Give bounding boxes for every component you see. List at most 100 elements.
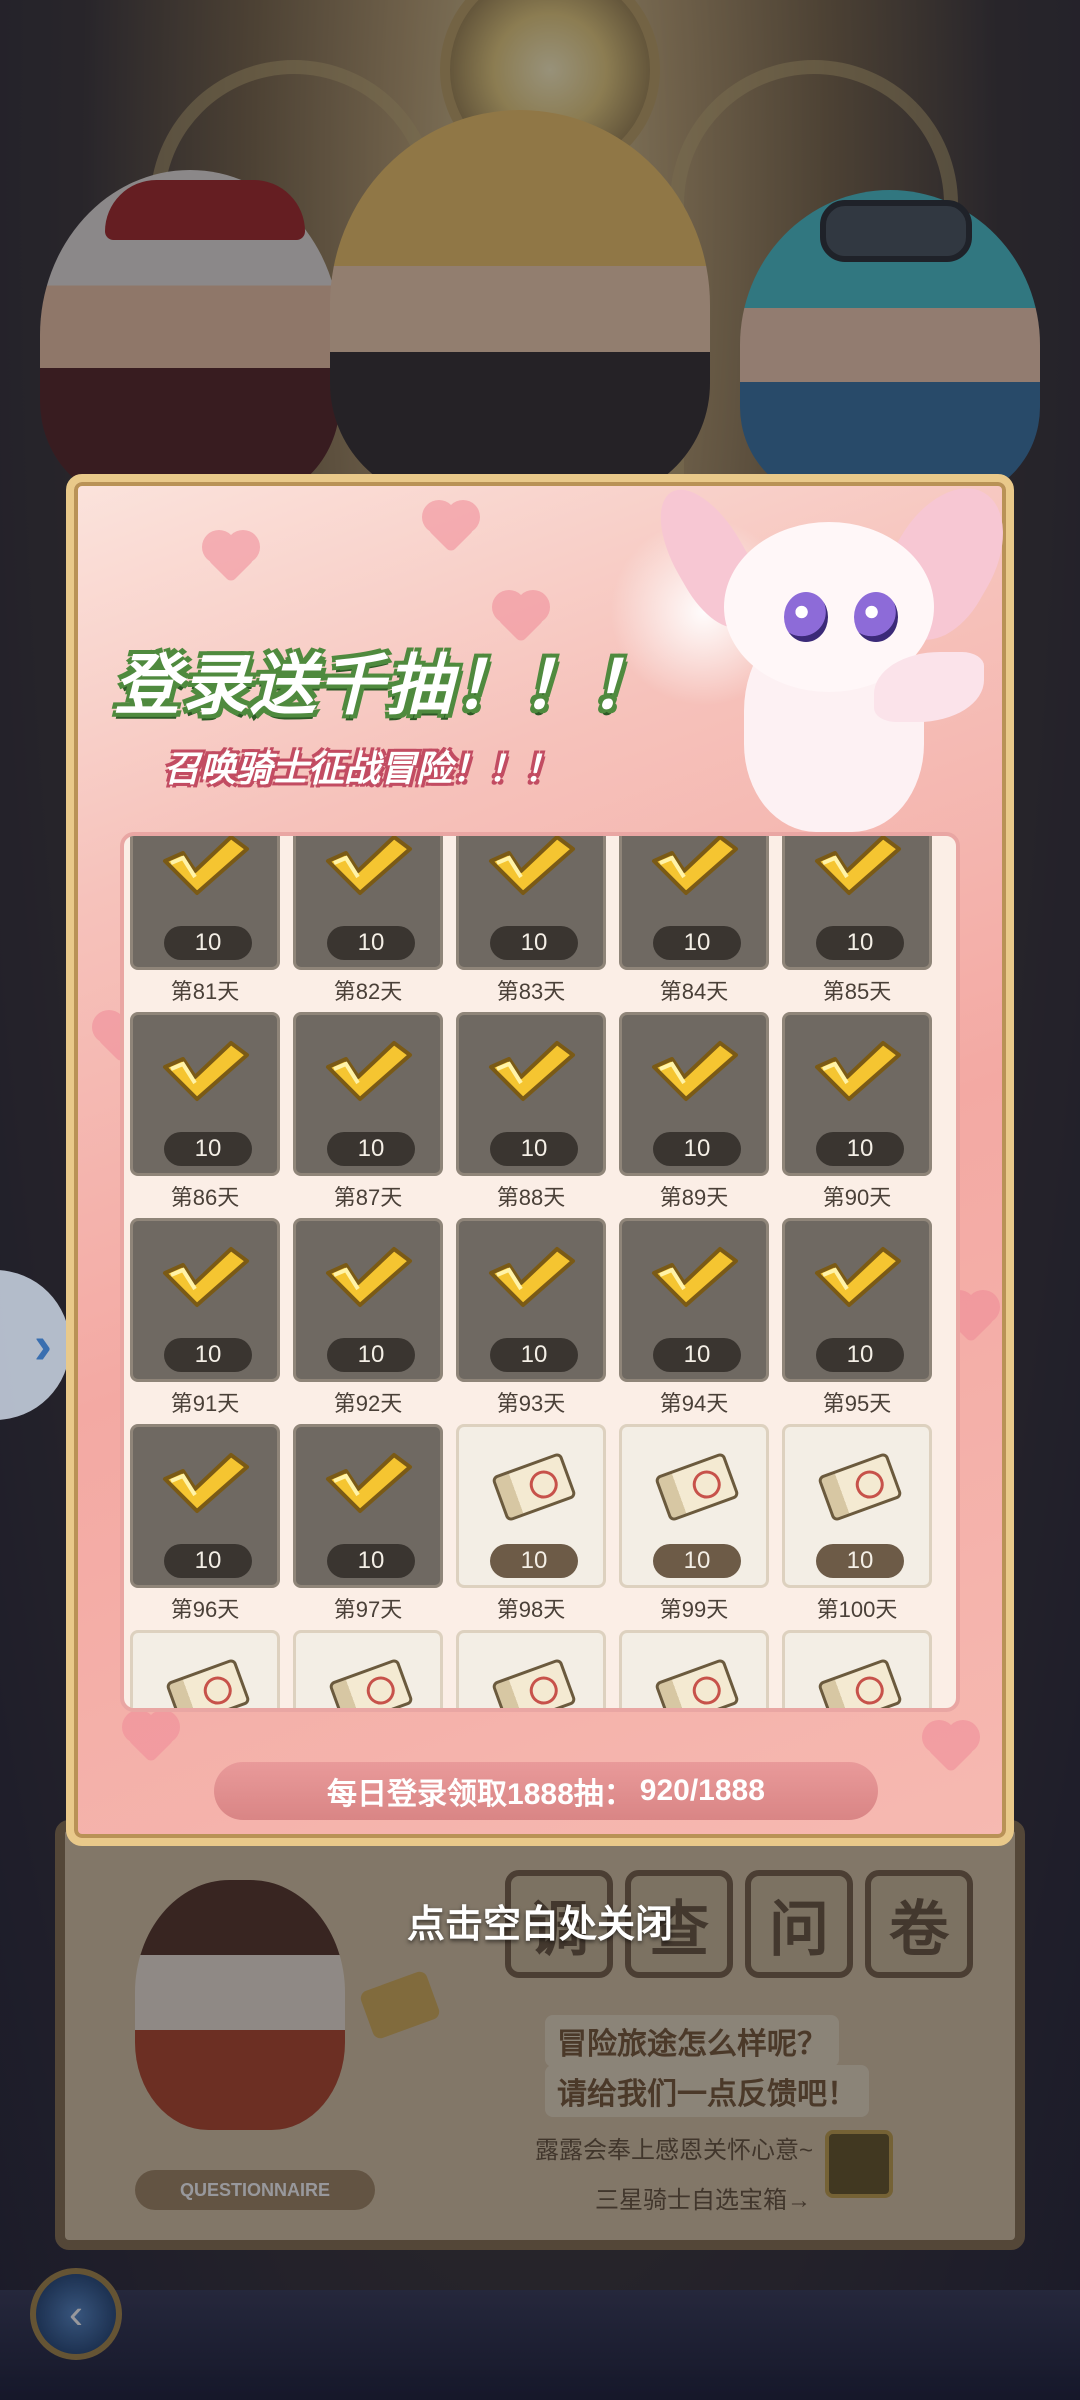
reward-tile[interactable]: 10 <box>293 1218 443 1382</box>
summon-ticket-icon <box>817 1451 903 1523</box>
reward-tile[interactable]: 10 <box>456 1012 606 1176</box>
reward-tile[interactable]: 10 <box>619 1218 769 1382</box>
day-reward-cell[interactable] <box>619 1630 769 1708</box>
reward-quantity: 10 <box>816 1544 904 1578</box>
check-icon <box>489 836 575 895</box>
check-icon <box>815 1041 901 1101</box>
day-reward-cell[interactable] <box>130 1630 280 1708</box>
reward-tile[interactable]: 10 <box>456 836 606 970</box>
summon-ticket-icon <box>491 1657 577 1708</box>
reward-tile[interactable]: 10 <box>619 1424 769 1588</box>
day-reward-cell[interactable]: 10 第98天 <box>456 1424 606 1624</box>
reward-tile[interactable]: 10 <box>619 836 769 970</box>
day-reward-cell[interactable]: 10 第93天 <box>456 1218 606 1418</box>
heart-decoration <box>926 1724 976 1774</box>
day-reward-cell[interactable]: 10 第83天 <box>456 836 606 1006</box>
reward-tile[interactable]: 10 <box>293 836 443 970</box>
reward-tile[interactable] <box>619 1630 769 1708</box>
reward-tile[interactable]: 10 <box>293 1012 443 1176</box>
day-label: 第82天 <box>333 979 403 1004</box>
check-icon <box>652 1041 738 1101</box>
reward-tile[interactable] <box>782 1630 932 1708</box>
day-reward-cell[interactable]: 10 第97天 <box>293 1424 443 1624</box>
summon-ticket-icon <box>654 1451 740 1523</box>
reward-tile[interactable]: 10 <box>130 1218 280 1382</box>
day-reward-cell[interactable]: 10 第91天 <box>130 1218 280 1418</box>
daily-reward-grid[interactable]: 10 第81天 10 第82天 10 第83天 10 第84天 10 第85天 10 第86天 10 第8… <box>120 832 960 1712</box>
heart-decoration <box>426 504 476 554</box>
day-reward-cell[interactable]: 10 第86天 <box>130 1012 280 1212</box>
day-label: 第90天 <box>822 1185 892 1210</box>
reward-tile[interactable]: 10 <box>456 1424 606 1588</box>
chevron-right-icon: › <box>34 1315 52 1375</box>
reward-tile[interactable]: 10 <box>456 1218 606 1382</box>
reward-tile[interactable] <box>456 1630 606 1708</box>
day-label: 第83天 <box>496 979 566 1004</box>
day-reward-cell[interactable]: 10 第84天 <box>619 836 769 1006</box>
day-reward-cell[interactable]: 10 第89天 <box>619 1012 769 1212</box>
reward-quantity: 10 <box>816 1132 904 1166</box>
check-icon <box>163 1453 249 1513</box>
reward-tile[interactable]: 10 <box>782 836 932 970</box>
day-reward-cell[interactable]: 10 第81天 <box>130 836 280 1006</box>
reward-tile[interactable]: 10 <box>619 1012 769 1176</box>
day-reward-cell[interactable]: 10 第85天 <box>782 836 932 1006</box>
day-reward-cell[interactable] <box>293 1630 443 1708</box>
modal-subtitle: 召唤骑士征战冒险！！！ <box>164 748 561 789</box>
reward-tile[interactable]: 10 <box>130 1424 280 1588</box>
check-icon <box>489 1041 575 1101</box>
progress-value: 920/1888 <box>639 1774 765 1807</box>
tap-to-close-hint: 点击空白处关闭 <box>406 1904 673 1946</box>
day-label: 第99天 <box>659 1597 729 1622</box>
day-reward-cell[interactable]: 10 第88天 <box>456 1012 606 1212</box>
reward-quantity: 10 <box>653 1338 741 1372</box>
reward-quantity: 10 <box>327 1338 415 1372</box>
day-label: 第85天 <box>822 979 892 1004</box>
check-icon <box>326 1247 412 1307</box>
reward-tile[interactable] <box>293 1630 443 1708</box>
reward-tile[interactable]: 10 <box>782 1218 932 1382</box>
reward-tile[interactable]: 10 <box>130 1012 280 1176</box>
reward-quantity: 10 <box>164 1132 252 1166</box>
day-reward-cell[interactable] <box>782 1630 932 1708</box>
day-reward-cell[interactable]: 10 第87天 <box>293 1012 443 1212</box>
check-icon <box>163 1041 249 1101</box>
day-label: 第96天 <box>170 1597 240 1622</box>
day-label: 第92天 <box>333 1391 403 1416</box>
day-label: 第97天 <box>333 1597 403 1622</box>
day-reward-cell[interactable]: 10 第82天 <box>293 836 443 1006</box>
modal-title: 登录送千抽！！！ <box>114 648 658 722</box>
day-reward-cell[interactable]: 10 第94天 <box>619 1218 769 1418</box>
cat-eye <box>854 592 898 642</box>
reward-quantity: 10 <box>164 1544 252 1578</box>
summon-ticket-icon <box>165 1657 251 1708</box>
reward-quantity: 10 <box>816 926 904 960</box>
reward-quantity: 10 <box>327 1544 415 1578</box>
day-label: 第88天 <box>496 1185 566 1210</box>
heart-decoration <box>126 1714 176 1764</box>
reward-tile[interactable] <box>130 1630 280 1708</box>
cat-mascot <box>641 482 1006 842</box>
day-reward-cell[interactable]: 10 第100天 <box>782 1424 932 1624</box>
day-reward-cell[interactable]: 10 第95天 <box>782 1218 932 1418</box>
summon-ticket-icon <box>817 1657 903 1708</box>
reward-tile[interactable]: 10 <box>130 836 280 970</box>
day-label: 第98天 <box>496 1597 566 1622</box>
check-icon <box>326 836 412 895</box>
day-label: 第95天 <box>822 1391 892 1416</box>
reward-tile[interactable]: 10 <box>782 1424 932 1588</box>
day-reward-cell[interactable]: 10 第90天 <box>782 1012 932 1212</box>
reward-quantity: 10 <box>164 926 252 960</box>
day-reward-cell[interactable]: 10 第92天 <box>293 1218 443 1418</box>
reward-tile[interactable]: 10 <box>782 1012 932 1176</box>
day-label: 第100天 <box>816 1597 898 1622</box>
reward-tile[interactable]: 10 <box>293 1424 443 1588</box>
reward-quantity: 10 <box>327 926 415 960</box>
day-reward-cell[interactable]: 10 第99天 <box>619 1424 769 1624</box>
day-label: 第86天 <box>170 1185 240 1210</box>
day-label: 第87天 <box>333 1185 403 1210</box>
day-label: 第91天 <box>170 1391 240 1416</box>
summon-ticket-icon <box>328 1657 414 1708</box>
day-reward-cell[interactable] <box>456 1630 606 1708</box>
day-reward-cell[interactable]: 10 第96天 <box>130 1424 280 1624</box>
